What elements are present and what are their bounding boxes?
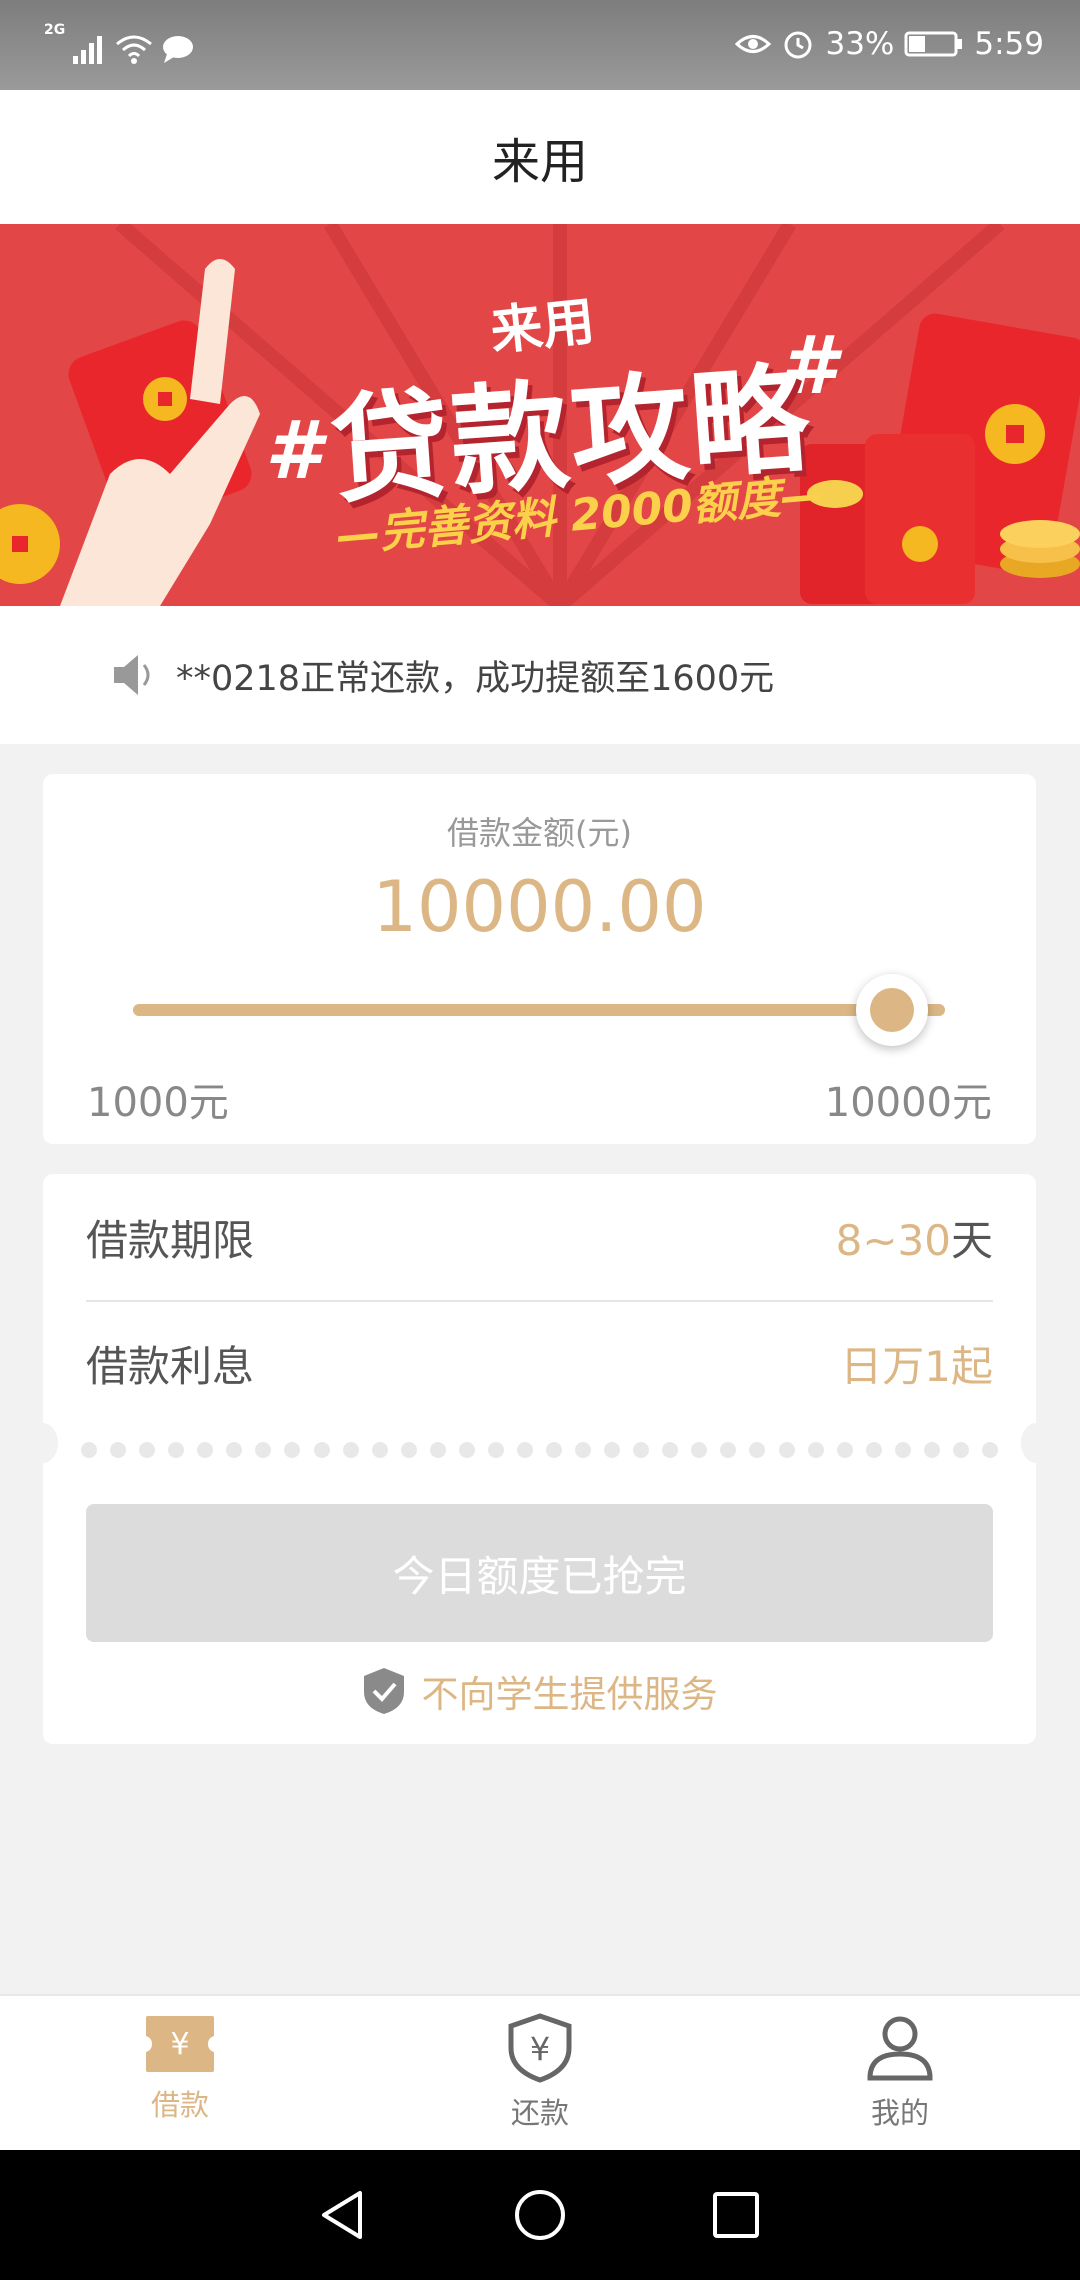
range-min-label: 1000元 xyxy=(87,1080,229,1126)
back-icon[interactable] xyxy=(316,2187,372,2243)
notch-left xyxy=(28,1423,58,1463)
amount-label: 借款金额(元) xyxy=(447,814,632,852)
notice-text: **0218正常还款，成功提额至1600元 xyxy=(176,658,775,699)
ticket-perforation xyxy=(28,1423,1051,1463)
amount-slider-track[interactable] xyxy=(133,1004,945,1016)
row-divider xyxy=(86,1300,993,1302)
period-unit: 天 xyxy=(950,1215,993,1265)
alarm-icon xyxy=(784,31,812,59)
recents-icon[interactable] xyxy=(708,2187,764,2243)
battery-icon xyxy=(904,31,963,57)
loan-ticket-icon: ¥ xyxy=(146,2016,214,2072)
bottom-tab-bar: ¥ 借款 ¥ 还款 我的 xyxy=(0,1994,1080,2150)
range-max-label: 10000元 xyxy=(824,1080,992,1126)
tab-repay-label: 还款 xyxy=(510,2096,569,2130)
loan-amount-card: 借款金额(元) 10000.00 1000元 10000元 xyxy=(43,774,1036,1144)
tab-loan-label: 借款 xyxy=(150,2088,209,2122)
system-nav-bar xyxy=(0,2150,1080,2280)
student-note-text: 不向学生提供服务 xyxy=(421,1673,718,1716)
clock-time: 5:59 xyxy=(974,26,1044,62)
network-type: 2G xyxy=(44,22,66,38)
notch-right xyxy=(1021,1423,1051,1463)
dots-line xyxy=(81,1442,998,1458)
status-left: 2G xyxy=(44,22,195,64)
signal-icon xyxy=(73,36,103,64)
tab-mine-label: 我的 xyxy=(870,2096,929,2130)
loan-terms-card: 借款期限 8~30天 借款利息 日万1起 今日额度已抢完 不向学生提供服务 xyxy=(28,1174,1051,1744)
period-value-group: 8~30天 xyxy=(836,1207,993,1268)
tab-repay[interactable]: ¥ 还款 xyxy=(360,1996,720,2150)
home-icon[interactable] xyxy=(512,2187,568,2243)
promo-banner[interactable]: # # 来用 贷款攻略 —完善资料 2000额度— xyxy=(0,224,1080,606)
message-icon xyxy=(163,36,194,63)
user-icon xyxy=(867,2016,933,2081)
notice-bar: **0218正常还款，成功提额至1600元 xyxy=(0,606,1080,744)
wifi-icon xyxy=(116,35,153,64)
title-bar: 来用 xyxy=(0,90,1080,224)
repay-shield-icon: ¥ xyxy=(508,2013,572,2083)
interest-value: 日万1起 xyxy=(840,1341,993,1391)
banner-hash-left: # xyxy=(265,404,321,497)
amount-slider-thumb[interactable] xyxy=(856,974,928,1046)
period-label: 借款期限 xyxy=(86,1215,255,1265)
envelopes-coins-illustration xyxy=(800,313,1080,604)
student-note: 不向学生提供服务 xyxy=(43,1664,1036,1718)
period-row: 借款期限 8~30天 xyxy=(86,1204,993,1270)
battery-percent: 33% xyxy=(825,26,895,62)
amount-value: 10000.00 xyxy=(372,866,707,948)
svg-text:¥: ¥ xyxy=(530,2030,550,2068)
status-bar: 2G 33% 5:59 xyxy=(0,0,1080,90)
period-value: 8~30 xyxy=(835,1215,951,1265)
svg-text:¥: ¥ xyxy=(170,2027,189,2062)
interest-row: 借款利息 日万1起 xyxy=(86,1330,993,1396)
page-title: 来用 xyxy=(491,134,588,190)
tab-loan[interactable]: ¥ 借款 xyxy=(0,1996,360,2150)
interest-label: 借款利息 xyxy=(86,1341,255,1391)
eye-icon xyxy=(735,35,772,53)
status-right: 33% 5:59 xyxy=(735,26,1044,62)
shield-check-icon xyxy=(363,1668,404,1714)
apply-button[interactable]: 今日额度已抢完 xyxy=(86,1504,993,1642)
tab-mine[interactable]: 我的 xyxy=(720,1996,1080,2150)
speaker-icon xyxy=(114,655,150,695)
